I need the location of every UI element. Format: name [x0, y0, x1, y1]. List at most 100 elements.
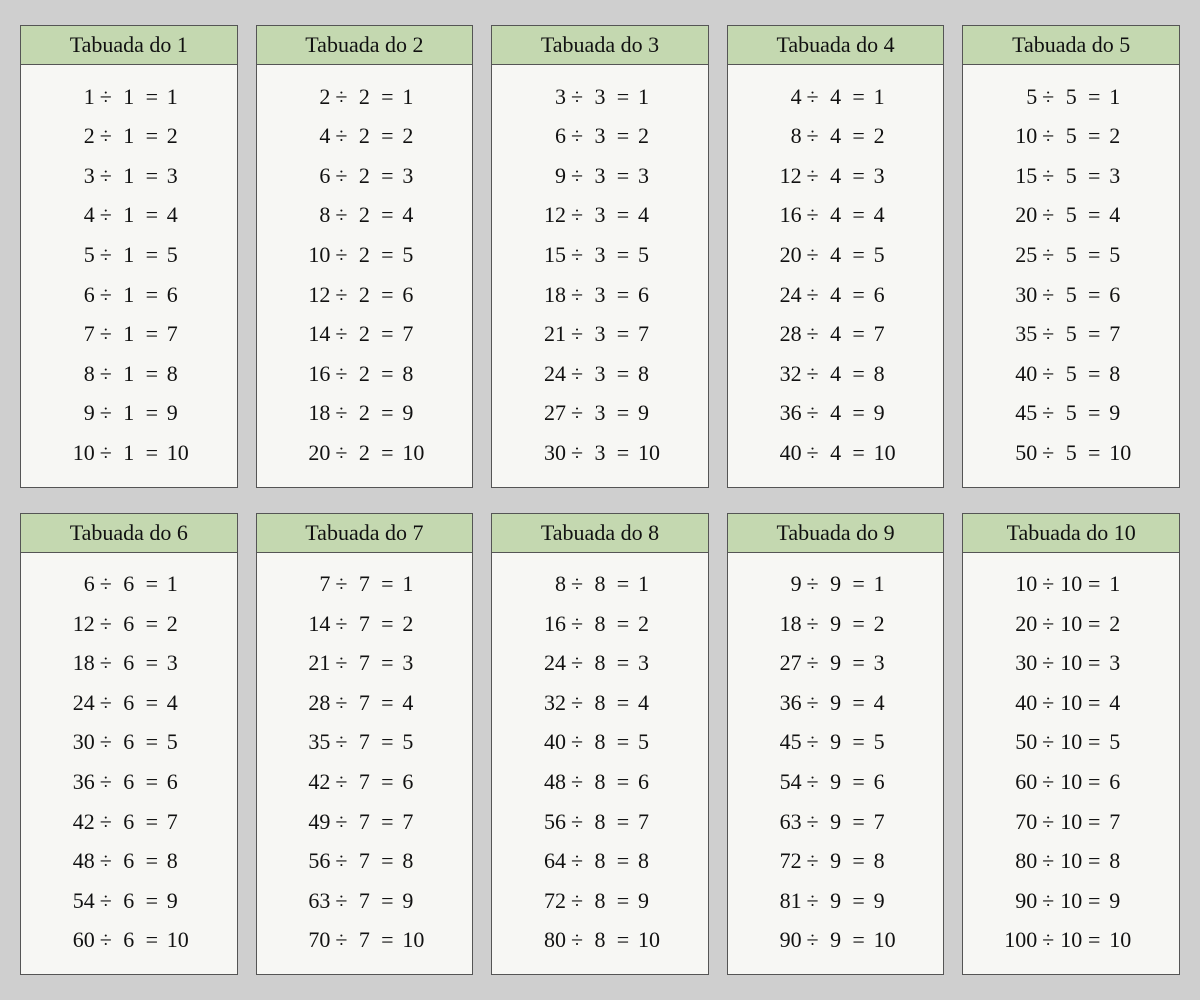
division-sign: ÷	[1037, 84, 1059, 110]
table-row: 63÷7=9	[271, 888, 459, 914]
division-sign: ÷	[566, 400, 588, 426]
equals-sign: =	[612, 611, 634, 637]
division-sign: ÷	[566, 611, 588, 637]
division-table-8: Tabuada do 88÷8=116÷8=224÷8=332÷8=440÷8=…	[491, 513, 709, 976]
divisor: 7	[352, 611, 376, 637]
equals-sign: =	[141, 650, 163, 676]
equals-sign: =	[376, 927, 398, 953]
divisor: 7	[352, 650, 376, 676]
quotient: 1	[634, 571, 668, 597]
divisor: 1	[117, 361, 141, 387]
divisor: 5	[1059, 123, 1083, 149]
table-body: 6÷6=112÷6=218÷6=324÷6=430÷6=536÷6=642÷6=…	[21, 553, 237, 975]
divisor: 5	[1059, 84, 1083, 110]
table-row: 90÷9=10	[742, 927, 930, 953]
dividend: 63	[296, 888, 330, 914]
divisor: 10	[1059, 571, 1083, 597]
table-row: 24÷6=4	[35, 690, 223, 716]
quotient: 4	[870, 202, 904, 228]
quotient: 8	[163, 848, 197, 874]
quotient: 1	[634, 84, 668, 110]
division-sign: ÷	[1037, 282, 1059, 308]
division-sign: ÷	[95, 888, 117, 914]
quotient: 10	[163, 927, 197, 953]
divisor: 6	[117, 611, 141, 637]
divisor: 7	[352, 571, 376, 597]
division-sign: ÷	[802, 729, 824, 755]
divisor: 7	[352, 888, 376, 914]
dividend: 36	[61, 769, 95, 795]
division-sign: ÷	[95, 282, 117, 308]
table-row: 9÷3=3	[506, 163, 694, 189]
equals-sign: =	[848, 611, 870, 637]
quotient: 8	[870, 848, 904, 874]
dividend: 6	[296, 163, 330, 189]
dividend: 63	[768, 809, 802, 835]
quotient: 7	[870, 809, 904, 835]
quotient: 10	[870, 440, 904, 466]
equals-sign: =	[848, 84, 870, 110]
quotient: 8	[398, 848, 432, 874]
quotient: 7	[163, 321, 197, 347]
equals-sign: =	[1083, 242, 1105, 268]
quotient: 8	[870, 361, 904, 387]
division-sign: ÷	[566, 690, 588, 716]
division-sign: ÷	[330, 888, 352, 914]
table-row: 8÷1=8	[35, 361, 223, 387]
equals-sign: =	[612, 282, 634, 308]
table-row: 18÷3=6	[506, 282, 694, 308]
division-sign: ÷	[1037, 202, 1059, 228]
quotient: 9	[870, 400, 904, 426]
dividend: 90	[1003, 888, 1037, 914]
equals-sign: =	[612, 400, 634, 426]
division-sign: ÷	[802, 202, 824, 228]
division-sign: ÷	[566, 361, 588, 387]
quotient: 6	[398, 769, 432, 795]
equals-sign: =	[141, 611, 163, 637]
table-row: 56÷8=7	[506, 809, 694, 835]
equals-sign: =	[612, 123, 634, 149]
division-sign: ÷	[330, 769, 352, 795]
divisor: 3	[588, 321, 612, 347]
dividend: 32	[768, 361, 802, 387]
dividend: 8	[61, 361, 95, 387]
quotient: 9	[163, 888, 197, 914]
division-sign: ÷	[802, 163, 824, 189]
equals-sign: =	[141, 690, 163, 716]
division-sign: ÷	[802, 611, 824, 637]
table-row: 50÷10=5	[977, 729, 1165, 755]
divisor: 10	[1059, 611, 1083, 637]
division-sign: ÷	[95, 690, 117, 716]
table-row: 3÷3=1	[506, 84, 694, 110]
equals-sign: =	[141, 888, 163, 914]
table-row: 36÷4=9	[742, 400, 930, 426]
divisor: 10	[1059, 888, 1083, 914]
equals-sign: =	[141, 440, 163, 466]
divisor: 7	[352, 927, 376, 953]
quotient: 6	[870, 769, 904, 795]
table-row: 48÷6=8	[35, 848, 223, 874]
divisor: 1	[117, 400, 141, 426]
table-row: 18÷9=2	[742, 611, 930, 637]
quotient: 1	[163, 84, 197, 110]
division-table-4: Tabuada do 44÷4=18÷4=212÷4=316÷4=420÷4=5…	[727, 25, 945, 488]
table-body: 7÷7=114÷7=221÷7=328÷7=435÷7=542÷7=649÷7=…	[257, 553, 473, 975]
division-sign: ÷	[95, 321, 117, 347]
divisor: 1	[117, 123, 141, 149]
divisor: 8	[588, 729, 612, 755]
equals-sign: =	[612, 202, 634, 228]
table-row: 20÷5=4	[977, 202, 1165, 228]
equals-sign: =	[1083, 282, 1105, 308]
table-row: 7÷7=1	[271, 571, 459, 597]
quotient: 7	[634, 809, 668, 835]
equals-sign: =	[376, 571, 398, 597]
division-sign: ÷	[1037, 440, 1059, 466]
equals-sign: =	[376, 202, 398, 228]
division-sign: ÷	[802, 848, 824, 874]
quotient: 5	[163, 729, 197, 755]
divisor: 4	[824, 202, 848, 228]
quotient: 3	[398, 650, 432, 676]
equals-sign: =	[376, 400, 398, 426]
table-row: 21÷3=7	[506, 321, 694, 347]
divisor: 7	[352, 848, 376, 874]
